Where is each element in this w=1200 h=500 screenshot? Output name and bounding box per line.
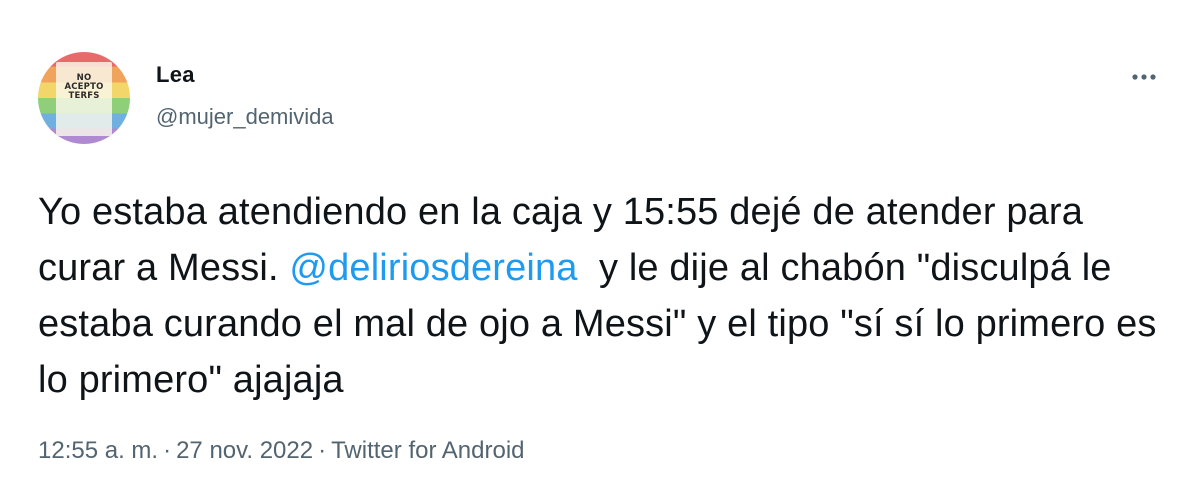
separator: · bbox=[318, 437, 327, 464]
avatar-sign-text: NO ACEPTO TERFS bbox=[64, 73, 104, 101]
tweet-time: 12:55 a. m. bbox=[38, 437, 159, 464]
author-handle[interactable]: @mujer_demivida bbox=[156, 104, 334, 130]
separator: · bbox=[163, 437, 172, 464]
tweet-card: NO ACEPTO TERFS Lea @mujer_demivida Yo est… bbox=[0, 0, 1200, 500]
tweet-metadata: 12:55 a. m. · 27 nov. 2022 · Twitter for And… bbox=[38, 437, 525, 465]
mention-link[interactable]: @deliriosdereina bbox=[289, 247, 577, 289]
more-options-button[interactable] bbox=[1126, 62, 1162, 92]
source-link[interactable]: Twitter for Android bbox=[331, 437, 524, 464]
more-horizontal-icon bbox=[1126, 62, 1162, 92]
avatar[interactable]: NO ACEPTO TERFS bbox=[38, 52, 130, 144]
tweet-date: 27 nov. 2022 bbox=[176, 437, 314, 464]
tweet-text: Yo estaba atendiendo en la caja y 15:55 … bbox=[38, 184, 1158, 408]
author-display-name[interactable]: Lea bbox=[156, 62, 195, 88]
timestamp-link[interactable]: 12:55 a. m. · 27 nov. 2022 bbox=[38, 437, 313, 464]
